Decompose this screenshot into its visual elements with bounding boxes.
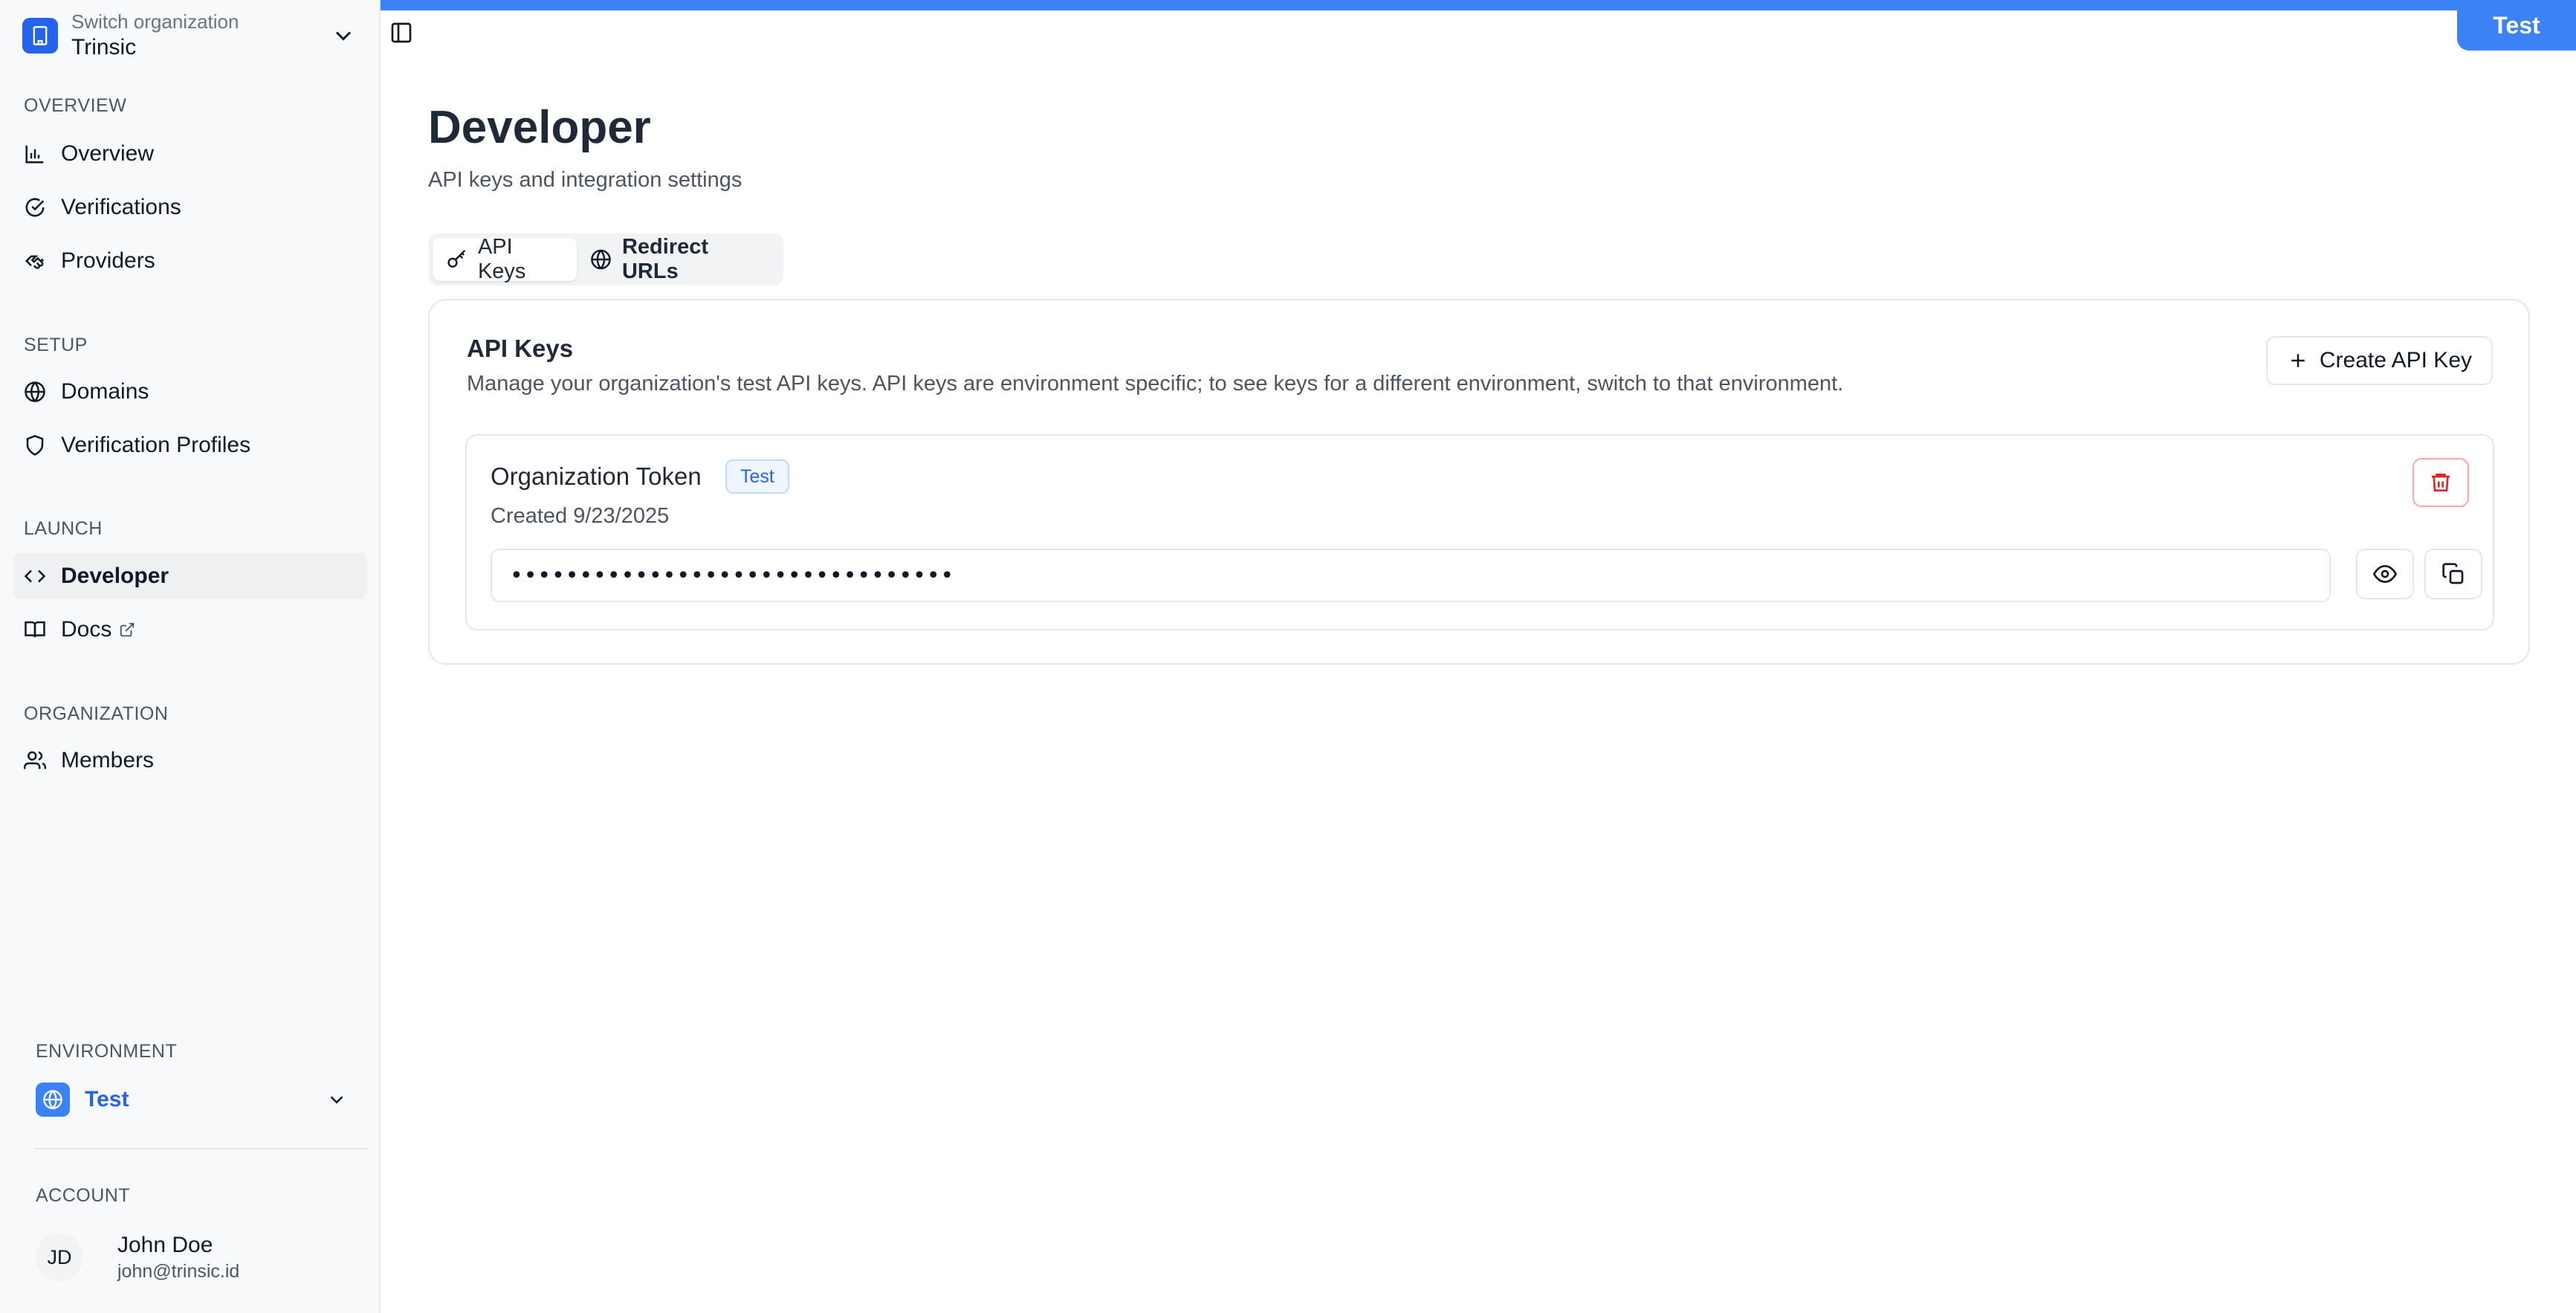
sidebar-item-developer[interactable]: Developer — [13, 553, 367, 599]
handshake-icon — [25, 255, 45, 269]
create-api-key-button[interactable]: Create API Key — [2265, 336, 2493, 385]
account-label: ACCOUNT — [36, 1185, 131, 1206]
plus-icon — [2291, 354, 2305, 367]
trash-icon — [2432, 474, 2450, 491]
reveal-token-button[interactable] — [2356, 549, 2414, 599]
tab-list: API Keys Redirect URLs — [428, 233, 783, 285]
account-email: john@trinsic.id — [117, 1261, 240, 1282]
environment-select[interactable]: Test — [36, 1080, 348, 1120]
tab-api-keys[interactable]: API Keys — [433, 235, 577, 283]
external-link-icon — [120, 622, 135, 637]
chevron-down-icon — [335, 31, 352, 41]
tab-label: Redirect URLs — [621, 235, 709, 283]
book-open-icon — [25, 621, 45, 638]
token-created-date: Created 9/23/2025 — [491, 504, 670, 528]
sidebar-item-label: Domains — [61, 379, 149, 404]
sidebar-item-providers[interactable]: Providers — [13, 238, 367, 284]
globe-icon — [36, 1083, 70, 1117]
sidebar-item-docs[interactable]: Docs — [13, 607, 367, 653]
card-description: Manage your organization's test API keys… — [467, 372, 1844, 396]
sidebar-item-verification-profiles[interactable]: Verification Profiles — [13, 422, 367, 468]
bar-chart-icon — [25, 145, 44, 164]
page-title: Developer — [428, 102, 651, 153]
copy-token-button[interactable] — [2424, 549, 2482, 599]
key-icon — [447, 250, 466, 268]
tab-label: API Keys — [477, 235, 526, 283]
token-value-field[interactable]: •••••••••••••••••••••••••••••••• — [491, 549, 2331, 602]
environment-label: ENVIRONMENT — [36, 1041, 178, 1062]
sidebar-item-label: Members — [61, 748, 155, 772]
card-title: API Keys — [467, 335, 574, 362]
section-title-organization: ORGANIZATION — [24, 703, 169, 724]
environment-badge: Test — [2457, 0, 2576, 51]
tab-redirect-urls[interactable]: Redirect URLs — [577, 235, 779, 283]
delete-token-button[interactable] — [2412, 458, 2469, 507]
sidebar-item-label: Providers — [61, 248, 155, 273]
sidebar-item-label: Overview — [61, 141, 155, 166]
button-label: Create API Key — [2319, 348, 2472, 372]
sidebar-item-overview[interactable]: Overview — [13, 131, 367, 177]
sidebar-item-members[interactable]: Members — [13, 738, 367, 784]
copy-icon — [2442, 563, 2464, 584]
users-icon — [24, 751, 46, 770]
sidebar-item-label: Verification Profiles — [61, 433, 251, 457]
building-icon — [22, 18, 58, 54]
sidebar-toggle-icon[interactable] — [389, 21, 413, 45]
check-circle-icon — [25, 198, 45, 217]
shield-icon — [26, 435, 44, 456]
divider — [34, 1148, 369, 1149]
token-item: Organization Token Test Created 9/23/202… — [465, 434, 2494, 630]
avatar: JD — [36, 1233, 83, 1281]
account-name: John Doe — [117, 1233, 213, 1257]
sidebar-item-label: Verifications — [61, 195, 181, 219]
section-title-launch: LAUNCH — [24, 518, 103, 539]
environment-value: Test — [85, 1087, 129, 1112]
sidebar-item-domains[interactable]: Domains — [13, 369, 367, 415]
api-keys-card: API Keys Manage your organization's test… — [428, 299, 2530, 665]
section-title-overview: OVERVIEW — [24, 95, 127, 116]
globe-icon — [25, 381, 45, 402]
organization-name: Trinsic — [71, 35, 137, 59]
sidebar: Switch organization Trinsic OVERVIEW Ove… — [0, 0, 381, 1313]
section-title-setup: SETUP — [24, 335, 88, 355]
sidebar-item-label: Developer — [61, 564, 169, 588]
sidebar-item-label: Docs — [61, 617, 112, 642]
token-name: Organization Token — [491, 462, 702, 490]
globe-icon — [591, 249, 611, 270]
account-menu[interactable]: JD John Doe john@trinsic.id — [36, 1231, 239, 1283]
organization-switcher[interactable]: Switch organization Trinsic — [22, 7, 357, 64]
eye-icon — [2373, 564, 2397, 584]
chevron-down-icon — [330, 1096, 343, 1104]
switch-organization-label: Switch organization — [71, 10, 239, 33]
code-icon — [24, 570, 46, 583]
environment-bar — [381, 0, 2576, 10]
page-subtitle: API keys and integration settings — [428, 168, 742, 192]
sidebar-item-verifications[interactable]: Verifications — [13, 184, 367, 230]
status-badge: Test — [725, 459, 789, 494]
